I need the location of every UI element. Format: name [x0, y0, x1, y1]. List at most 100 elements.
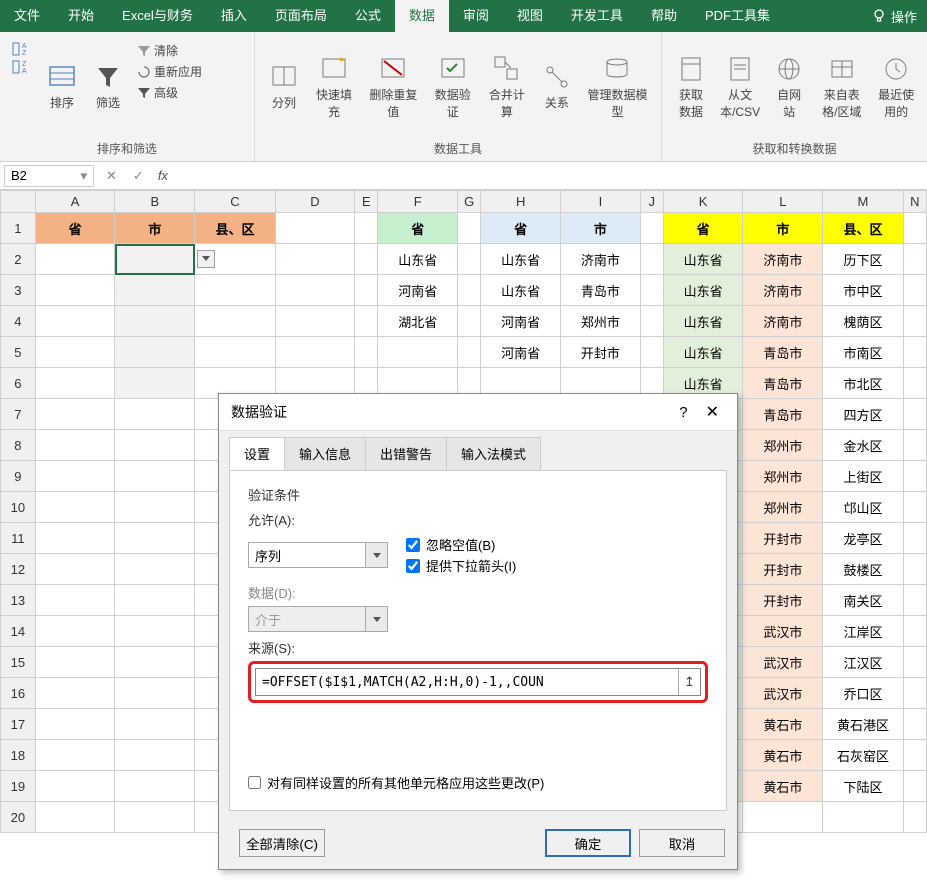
cell-A15[interactable]: [35, 647, 115, 678]
cell-I2[interactable]: 济南市: [561, 244, 641, 275]
ignore-blank-checkbox[interactable]: 忽略空值(B): [406, 535, 516, 554]
cell-L6[interactable]: 青岛市: [743, 368, 823, 399]
cell-B13[interactable]: [115, 585, 195, 616]
cancel-button[interactable]: 取消: [639, 829, 725, 857]
cell-A1[interactable]: 省: [35, 213, 115, 244]
row-header-17[interactable]: 17: [1, 709, 36, 740]
cell-D1[interactable]: [275, 213, 355, 244]
ribbon-tab-7[interactable]: 审阅: [449, 0, 503, 32]
ribbon-tab-10[interactable]: 帮助: [637, 0, 691, 32]
cell-A17[interactable]: [35, 709, 115, 740]
cell-M3[interactable]: 市中区: [823, 275, 904, 306]
cell-N6[interactable]: [903, 368, 926, 399]
col-header-F[interactable]: F: [378, 191, 458, 213]
tell-me[interactable]: 操作: [861, 7, 927, 26]
cell-M4[interactable]: 槐荫区: [823, 306, 904, 337]
fx-label[interactable]: fx: [152, 168, 174, 183]
allow-select[interactable]: 序列: [248, 542, 388, 568]
cell-M12[interactable]: 鼓楼区: [823, 554, 904, 585]
row-header-10[interactable]: 10: [1, 492, 36, 523]
cell-N15[interactable]: [903, 647, 926, 678]
cell-K3[interactable]: 山东省: [663, 275, 743, 306]
dialog-tab-1[interactable]: 输入信息: [284, 437, 366, 470]
cell-L10[interactable]: 郑州市: [743, 492, 823, 523]
row-header-7[interactable]: 7: [1, 399, 36, 430]
cell-L2[interactable]: 济南市: [743, 244, 823, 275]
row-header-20[interactable]: 20: [1, 802, 36, 833]
cell-B17[interactable]: [115, 709, 195, 740]
cell-A12[interactable]: [35, 554, 115, 585]
col-header-A[interactable]: A: [35, 191, 115, 213]
cell-F3[interactable]: 河南省: [378, 275, 458, 306]
close-icon[interactable]: ✕: [700, 402, 725, 422]
advanced-filter[interactable]: 高级: [133, 82, 206, 103]
cell-H1[interactable]: 省: [481, 213, 561, 244]
cancel-formula-icon[interactable]: ✕: [98, 168, 125, 184]
cell-L3[interactable]: 济南市: [743, 275, 823, 306]
select-all-corner[interactable]: [1, 191, 36, 213]
cell-J1[interactable]: [640, 213, 663, 244]
ribbon-tab-1[interactable]: 开始: [54, 0, 108, 32]
cell-A3[interactable]: [35, 275, 115, 306]
row-header-2[interactable]: 2: [1, 244, 36, 275]
dialog-tab-0[interactable]: 设置: [229, 437, 285, 470]
incell-dropdown-checkbox[interactable]: 提供下拉箭头(I): [406, 556, 516, 575]
sort-asc[interactable]: AZ: [8, 40, 37, 58]
cell-D3[interactable]: [275, 275, 355, 306]
cell-E4[interactable]: [355, 306, 378, 337]
cell-A9[interactable]: [35, 461, 115, 492]
cell-L9[interactable]: 郑州市: [743, 461, 823, 492]
cell-N8[interactable]: [903, 430, 926, 461]
flash-fill[interactable]: 快速填充: [307, 36, 361, 138]
cell-N10[interactable]: [903, 492, 926, 523]
cell-B10[interactable]: [115, 492, 195, 523]
cell-F1[interactable]: 省: [378, 213, 458, 244]
cell-B14[interactable]: [115, 616, 195, 647]
cell-L8[interactable]: 郑州市: [743, 430, 823, 461]
cell-B3[interactable]: [115, 275, 195, 306]
ribbon-tab-9[interactable]: 开发工具: [557, 0, 637, 32]
col-header-M[interactable]: M: [823, 191, 904, 213]
row-header-15[interactable]: 15: [1, 647, 36, 678]
cell-L13[interactable]: 开封市: [743, 585, 823, 616]
cell-K5[interactable]: 山东省: [663, 337, 743, 368]
cell-E2[interactable]: [355, 244, 378, 275]
cell-M16[interactable]: 乔口区: [823, 678, 904, 709]
cell-M5[interactable]: 市南区: [823, 337, 904, 368]
cell-L4[interactable]: 济南市: [743, 306, 823, 337]
data-validation[interactable]: 数据验证: [426, 36, 480, 138]
cell-B19[interactable]: [115, 771, 195, 802]
source-input[interactable]: [256, 675, 678, 690]
cell-D5[interactable]: [275, 337, 355, 368]
data-model[interactable]: 管理数据模型: [580, 36, 655, 138]
cell-G4[interactable]: [458, 306, 481, 337]
cell-F4[interactable]: 湖北省: [378, 306, 458, 337]
consolidate[interactable]: 合并计算: [480, 36, 534, 138]
dialog-tab-3[interactable]: 输入法模式: [446, 437, 541, 470]
cell-N7[interactable]: [903, 399, 926, 430]
cell-N11[interactable]: [903, 523, 926, 554]
col-header-K[interactable]: K: [663, 191, 743, 213]
apply-all-checkbox[interactable]: [248, 776, 261, 789]
ribbon-tab-11[interactable]: PDF工具集: [691, 0, 784, 32]
col-header-B[interactable]: B: [115, 191, 195, 213]
row-header-5[interactable]: 5: [1, 337, 36, 368]
cell-B4[interactable]: [115, 306, 195, 337]
filter-button[interactable]: 筛选: [85, 36, 131, 138]
cell-M1[interactable]: 县、区: [823, 213, 904, 244]
row-header-6[interactable]: 6: [1, 368, 36, 399]
cell-A18[interactable]: [35, 740, 115, 771]
remove-duplicates[interactable]: 删除重复值: [361, 36, 426, 138]
ribbon-tab-5[interactable]: 公式: [341, 0, 395, 32]
cell-L12[interactable]: 开封市: [743, 554, 823, 585]
cell-C1[interactable]: 县、区: [195, 213, 276, 244]
cell-A6[interactable]: [35, 368, 115, 399]
cell-M10[interactable]: 邙山区: [823, 492, 904, 523]
cell-B20[interactable]: [115, 802, 195, 833]
cell-L19[interactable]: 黄石市: [743, 771, 823, 802]
cell-L18[interactable]: 黄石市: [743, 740, 823, 771]
ribbon-tab-3[interactable]: 插入: [207, 0, 261, 32]
clear-filter[interactable]: 清除: [133, 40, 206, 61]
cell-M19[interactable]: 下陆区: [823, 771, 904, 802]
cell-D4[interactable]: [275, 306, 355, 337]
